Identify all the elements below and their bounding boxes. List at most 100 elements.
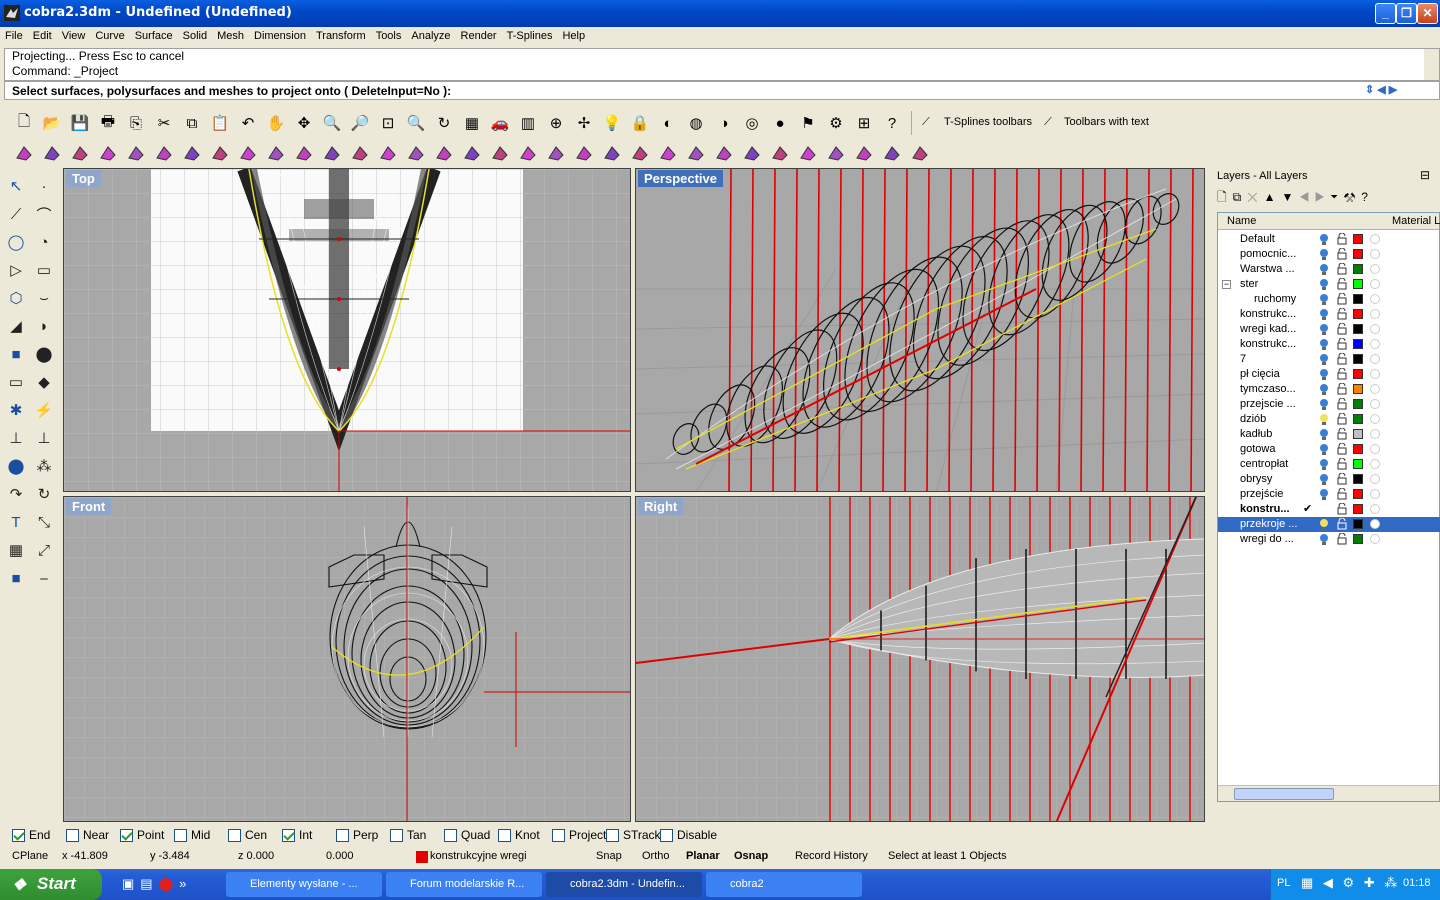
layer-visibility-bulb-icon[interactable] xyxy=(1319,263,1329,276)
move-out-icon[interactable]: ◀ xyxy=(1299,190,1315,204)
task-rhino[interactable]: cobra2.3dm - Undefin... xyxy=(546,872,702,897)
layer-name[interactable]: wregi do ... xyxy=(1240,533,1294,545)
osnap-strack[interactable]: STrack xyxy=(606,828,661,842)
layer-expander[interactable]: − xyxy=(1222,280,1231,289)
layer-lock-icon[interactable] xyxy=(1337,458,1347,470)
layer-lock-icon[interactable] xyxy=(1337,278,1347,290)
minimize-button[interactable]: _ xyxy=(1375,3,1396,24)
osnap-checkbox[interactable] xyxy=(390,828,403,842)
surface-tool-17-icon[interactable] xyxy=(460,141,484,165)
layer-lock-icon[interactable] xyxy=(1337,443,1347,455)
osnap-int[interactable]: Int xyxy=(282,828,312,842)
layer-row[interactable]: tymczaso... xyxy=(1218,382,1440,397)
planar-toggle[interactable]: Planar xyxy=(686,850,720,862)
cplane-label[interactable]: CPlane xyxy=(12,850,48,862)
layer-material-icon[interactable] xyxy=(1370,444,1380,454)
osnap-end[interactable]: End xyxy=(12,828,50,842)
layer-color-swatch[interactable] xyxy=(1353,234,1363,244)
viewport-label-perspective[interactable]: Perspective xyxy=(638,170,723,187)
undo-view-icon[interactable]: ↻ xyxy=(432,111,456,135)
layer-visibility-bulb-icon[interactable] xyxy=(1319,338,1329,351)
layer-name[interactable]: ster xyxy=(1240,278,1258,290)
left-tool-9-icon[interactable]: ⬡ xyxy=(4,286,28,310)
tray-icons[interactable]: ▦ ◀ ⚙ ✚ ⁂ xyxy=(1301,875,1400,891)
layer-name[interactable]: dziób xyxy=(1240,413,1266,425)
osnap-checkbox[interactable] xyxy=(66,828,79,842)
layer-name[interactable]: przejscie ... xyxy=(1240,398,1296,410)
left-tool-19-icon[interactable]: ⊥ xyxy=(4,426,28,450)
menu-render[interactable]: Render xyxy=(456,27,502,45)
current-layer[interactable]: konstrukcyjne wregi xyxy=(430,850,527,862)
layer-visibility-bulb-icon[interactable] xyxy=(1319,488,1329,501)
left-tool-25-icon[interactable]: T xyxy=(4,510,28,534)
zoom-dynamic-icon[interactable]: 🔎 xyxy=(348,111,372,135)
osnap-quad[interactable]: Quad xyxy=(444,828,490,842)
menu-tools[interactable]: Tools xyxy=(371,27,407,45)
properties-icon[interactable]: ⊞ xyxy=(852,111,876,135)
left-tool-22-icon[interactable]: ⁂ xyxy=(32,454,56,478)
surface-tool-18-icon[interactable] xyxy=(488,141,512,165)
layer-visibility-bulb-icon[interactable] xyxy=(1319,533,1329,546)
layer-lock-icon[interactable] xyxy=(1337,473,1347,485)
layer-lock-icon[interactable] xyxy=(1337,518,1347,530)
left-tool-27-icon[interactable]: ▦ xyxy=(4,538,28,562)
tsplines-toolbars-button[interactable]: T-Splines toolbars xyxy=(944,116,1032,128)
layer-material-icon[interactable] xyxy=(1370,264,1380,274)
layer-color-swatch[interactable] xyxy=(1353,399,1363,409)
left-tool-1-icon[interactable]: ↖ xyxy=(4,174,28,198)
layer-visibility-bulb-icon[interactable] xyxy=(1319,383,1329,396)
layer-lock-icon[interactable] xyxy=(1337,323,1347,335)
left-tool-17-icon[interactable]: ✱ xyxy=(4,398,28,422)
layer-name[interactable]: obrysy xyxy=(1240,473,1272,485)
layer-color-swatch[interactable] xyxy=(1353,429,1363,439)
menu-view[interactable]: View xyxy=(57,27,91,45)
layer-lock-icon[interactable] xyxy=(1337,428,1347,440)
layer-visibility-bulb-icon[interactable] xyxy=(1319,293,1329,306)
layer-row[interactable]: konstru... ✔ xyxy=(1218,502,1440,517)
surface-tool-14-icon[interactable] xyxy=(376,141,400,165)
osnap-checkbox[interactable] xyxy=(498,828,511,842)
layer-material-icon[interactable] xyxy=(1370,369,1380,379)
layer-row[interactable]: ruchomy xyxy=(1218,292,1440,307)
left-tool-26-icon[interactable]: ⤡ xyxy=(32,510,56,534)
layer-color-swatch[interactable] xyxy=(1353,294,1363,304)
layer-color-swatch[interactable] xyxy=(1353,339,1363,349)
new-icon[interactable]: 🗋 xyxy=(12,111,36,135)
left-tool-30-icon[interactable]: ⎯ xyxy=(32,566,56,590)
osnap-tan[interactable]: Tan xyxy=(390,828,426,842)
surface-tool-1-icon[interactable] xyxy=(12,141,36,165)
left-tool-21-icon[interactable]: ⬤ xyxy=(4,454,28,478)
left-tool-13-icon[interactable]: ■ xyxy=(4,342,28,366)
left-tool-2-icon[interactable]: · xyxy=(32,174,56,198)
left-tool-8-icon[interactable]: ▭ xyxy=(32,258,56,282)
flag-icon[interactable]: ⚑ xyxy=(796,111,820,135)
osnap-checkbox[interactable] xyxy=(120,828,133,842)
four-viewports-icon[interactable]: ▦ xyxy=(460,111,484,135)
left-tool-4-icon[interactable]: ⌒ xyxy=(32,202,56,226)
render-color-icon[interactable]: ◍ xyxy=(684,111,708,135)
layer-name[interactable]: ruchomy xyxy=(1254,293,1296,305)
layer-lock-icon[interactable] xyxy=(1337,368,1347,380)
layer-material-icon[interactable] xyxy=(1370,489,1380,499)
layer-color-swatch[interactable] xyxy=(1353,369,1363,379)
layer-material-icon[interactable] xyxy=(1370,429,1380,439)
layer-visibility-bulb-icon[interactable] xyxy=(1319,428,1329,441)
surface-tool-29-icon[interactable] xyxy=(796,141,820,165)
osnap-project[interactable]: Project xyxy=(552,828,606,842)
layer-color-swatch[interactable] xyxy=(1353,309,1363,319)
layer-row[interactable]: pł cięcia xyxy=(1218,367,1440,382)
save-icon[interactable]: 💾 xyxy=(68,111,92,135)
layer-color-swatch[interactable] xyxy=(1353,474,1363,484)
toolbars-with-text-button[interactable]: Toolbars with text xyxy=(1064,116,1149,128)
pan-icon[interactable]: ✋ xyxy=(264,111,288,135)
menu-dimension[interactable]: Dimension xyxy=(249,27,311,45)
surface-tool-15-icon[interactable] xyxy=(404,141,428,165)
left-tool-3-icon[interactable]: ⟋ xyxy=(4,202,28,226)
layer-color-swatch[interactable] xyxy=(1353,489,1363,499)
layer-color-swatch[interactable] xyxy=(1353,279,1363,289)
left-tool-14-icon[interactable]: ⬤ xyxy=(32,342,56,366)
osnap-checkbox[interactable] xyxy=(552,828,565,842)
new-sublayer-icon[interactable]: ⧉ xyxy=(1233,190,1248,204)
menu-file[interactable]: File xyxy=(0,27,28,45)
layer-row[interactable]: konstrukc... xyxy=(1218,337,1440,352)
